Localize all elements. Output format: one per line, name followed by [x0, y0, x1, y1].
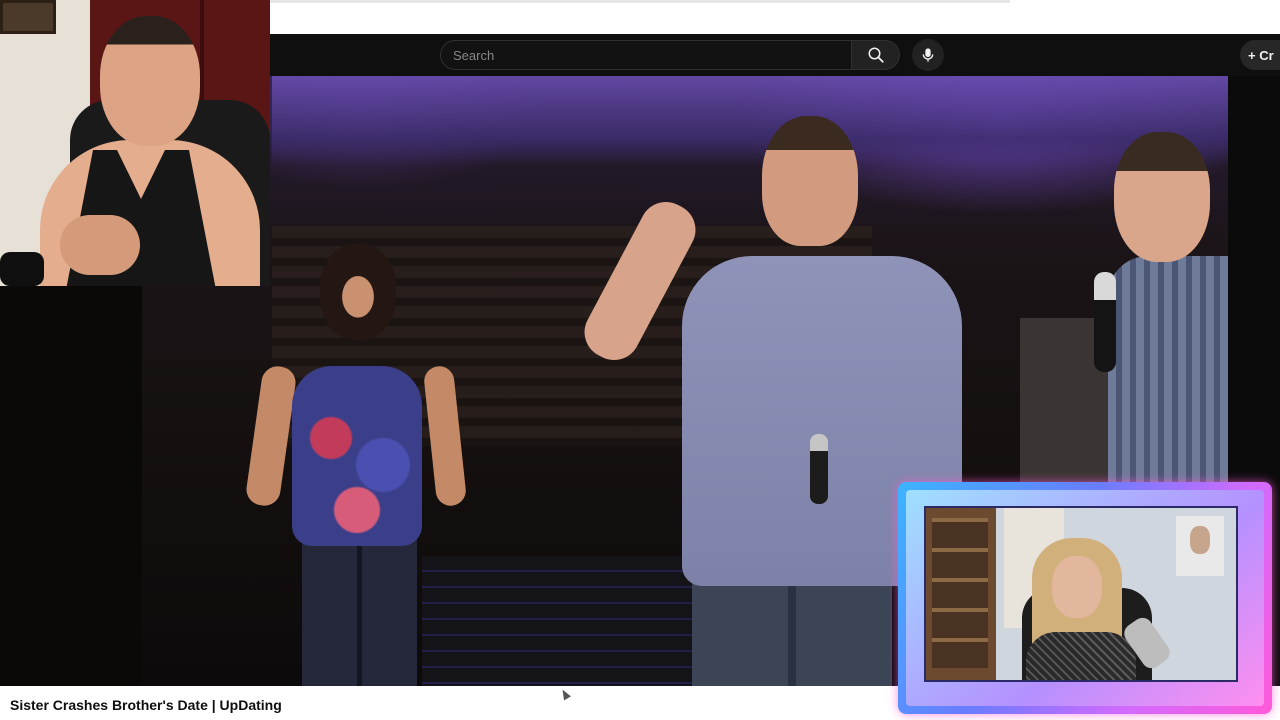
search-box[interactable]	[440, 40, 852, 70]
search-input[interactable]	[441, 41, 851, 69]
browser-strip-shade	[270, 0, 1010, 3]
search-button[interactable]	[852, 40, 900, 70]
youtube-header: + Cr	[270, 34, 1280, 76]
reactor-webcam-neon-frame	[898, 482, 1272, 714]
woman-head	[320, 244, 396, 340]
left-dark-panel	[0, 286, 142, 686]
screen: + Cr Sister Crashes Brother's Date	[0, 0, 1280, 720]
wall-picture-frame	[0, 0, 56, 34]
video-title: Sister Crashes Brother's Date | UpDating	[10, 697, 282, 713]
poster-face	[1190, 526, 1210, 554]
host-plaid-shirt	[1108, 256, 1228, 496]
reactor-webcam-overlay	[924, 506, 1238, 682]
search-icon	[868, 47, 884, 63]
handheld-microphone	[810, 434, 828, 504]
streamer-hand	[60, 215, 140, 275]
bookshelf	[932, 518, 988, 668]
right-dark-strip	[1228, 76, 1280, 482]
host-head	[1114, 132, 1210, 262]
create-label: + Cr	[1248, 47, 1274, 63]
streamer-head	[100, 16, 200, 146]
microphone-icon	[922, 48, 934, 62]
reactor-mesh-shirt	[1026, 632, 1136, 680]
reactor-face	[1052, 556, 1102, 618]
streamer-microphone	[0, 252, 44, 286]
woman-jeans	[302, 531, 417, 686]
voice-search-button[interactable]	[912, 39, 944, 71]
woman-top	[292, 366, 422, 546]
streamer-webcam-overlay	[0, 0, 270, 286]
host-microphone	[1094, 272, 1116, 372]
create-button[interactable]: + Cr	[1240, 40, 1280, 70]
wall-poster	[1176, 516, 1224, 576]
man-head	[762, 116, 858, 246]
stage-ceiling-lights	[272, 76, 1228, 166]
